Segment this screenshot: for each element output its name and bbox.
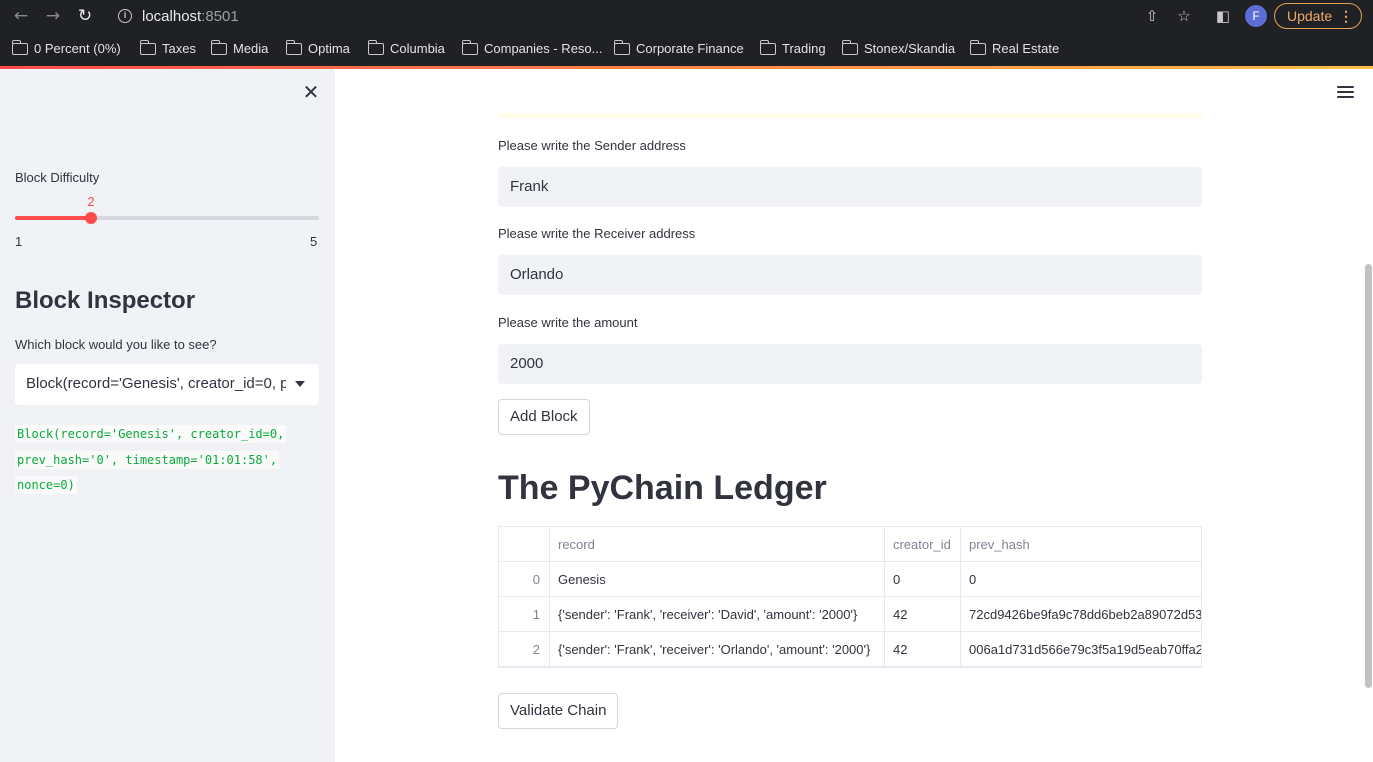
close-sidebar-icon[interactable]: ✕ — [300, 81, 322, 103]
sender-input[interactable]: Frank — [498, 167, 1202, 207]
cell-record: {'sender': 'Frank', 'receiver': 'David',… — [550, 597, 885, 632]
bookmark-label: Columbia — [390, 41, 445, 56]
side-panel-icon[interactable]: ◧ — [1213, 6, 1233, 26]
ledger-title: The PyChain Ledger — [498, 469, 827, 507]
cell-creator-id: 0 — [885, 562, 961, 597]
block-inspector-heading: Block Inspector — [15, 287, 196, 314]
slider-max-label: 5 — [310, 234, 318, 249]
cell-record: {'sender': 'Frank', 'receiver': 'Orlando… — [550, 632, 885, 667]
block-select-value: Block(record='Genesis', creator_id=0, pr… — [26, 375, 286, 392]
share-icon[interactable]: ⇧ — [1142, 6, 1162, 26]
bookmark-label: 0 Percent (0%) — [34, 41, 121, 56]
cell-row-index: 0 — [499, 562, 550, 597]
bookmark-label: Media — [233, 41, 269, 56]
slider-fill — [15, 216, 91, 220]
folder-icon — [367, 40, 384, 55]
column-header-creator-id[interactable]: creator_id — [885, 527, 961, 562]
reload-icon[interactable]: ↻ — [74, 5, 96, 27]
bookmark-label: Optima — [308, 41, 350, 56]
block-code-output: Block(record='Genesis', creator_id=0, pr… — [15, 422, 315, 499]
amount-label: Please write the amount — [498, 315, 638, 330]
receiver-label: Please write the Receiver address — [498, 226, 696, 241]
receiver-input[interactable]: Orlando — [498, 255, 1202, 295]
hamburger-menu-icon[interactable] — [1337, 86, 1354, 98]
main-content: Please write the Sender address Frank Pl… — [335, 69, 1373, 762]
column-header-record[interactable]: record — [550, 527, 885, 562]
url-text: localhost:8501 — [142, 8, 239, 25]
cell-row-index: 2 — [499, 632, 550, 667]
sender-label: Please write the Sender address — [498, 138, 686, 153]
folder-icon — [139, 40, 156, 55]
browser-toolbar: ← → ↻ i localhost:8501 ⇧ ☆ ◧ F Update ⋮ — [0, 0, 1373, 32]
code-line: nonce=0) — [15, 476, 77, 494]
forward-arrow-icon[interactable]: → — [42, 5, 64, 27]
bookmark-item[interactable]: Media — [210, 40, 269, 58]
bookmark-label: Taxes — [162, 41, 196, 56]
column-header-row-index[interactable] — [499, 527, 550, 562]
notice-strip — [498, 113, 1202, 118]
folder-icon — [969, 40, 986, 55]
add-block-button[interactable]: Add Block — [498, 399, 590, 435]
bookmark-label: Stonex/Skandia — [864, 41, 956, 56]
table-row: 0 Genesis 0 0 — [499, 562, 1201, 597]
bookmark-item[interactable]: Taxes — [139, 40, 196, 58]
folder-icon — [613, 40, 630, 55]
amount-input[interactable]: 2000 — [498, 344, 1202, 384]
table-header-row: record creator_id prev_hash — [499, 527, 1201, 562]
bookmark-item[interactable]: 0 Percent (0%) — [11, 40, 121, 58]
address-bar[interactable]: i localhost:8501 — [106, 2, 1106, 30]
bookmark-item[interactable]: Optima — [285, 40, 350, 58]
validate-chain-button[interactable]: Validate Chain — [498, 693, 619, 729]
bookmark-label: Real Estate — [992, 41, 1060, 56]
column-header-prev-hash[interactable]: prev_hash — [961, 527, 1201, 562]
folder-icon — [841, 40, 858, 55]
bookmark-item[interactable]: Corporate Finance — [613, 40, 744, 58]
folder-icon — [461, 40, 478, 55]
bookmark-item[interactable]: Real Estate — [969, 40, 1060, 58]
folder-icon — [210, 40, 227, 55]
table-row: 1 {'sender': 'Frank', 'receiver': 'David'… — [499, 597, 1201, 632]
chevron-down-icon — [295, 381, 305, 387]
slider-min-label: 1 — [15, 234, 23, 249]
bookmark-label: Trading — [782, 41, 826, 56]
table-row: 2 {'sender': 'Frank', 'receiver': 'Orland… — [499, 632, 1201, 667]
update-button[interactable]: Update ⋮ — [1274, 3, 1362, 29]
profile-avatar[interactable]: F — [1245, 5, 1267, 27]
bookmark-item[interactable]: Columbia — [367, 40, 445, 58]
folder-icon — [759, 40, 776, 55]
bookmark-item[interactable]: Trading — [759, 40, 826, 58]
slider-value: 2 — [87, 194, 95, 209]
code-line: prev_hash='0', timestamp='01:01:58', — [15, 450, 280, 469]
slider-thumb[interactable] — [85, 212, 97, 224]
bookmark-star-icon[interactable]: ☆ — [1174, 6, 1194, 26]
bookmark-item[interactable]: Companies - Reso... — [461, 40, 603, 58]
cell-prev-hash: 006a1d731d566e79c3f5a19d5eab70ffa2 — [961, 632, 1201, 667]
cell-prev-hash: 0 — [961, 562, 1201, 597]
difficulty-slider[interactable] — [15, 212, 319, 224]
back-arrow-icon[interactable]: ← — [10, 5, 32, 27]
cell-creator-id: 42 — [885, 632, 961, 667]
select-label: Which block would you like to see? — [15, 337, 217, 352]
more-menu-icon[interactable]: ⋮ — [1339, 4, 1353, 28]
slider-label: Block Difficulty — [15, 170, 100, 185]
bookmark-label: Corporate Finance — [636, 41, 744, 56]
site-info-icon[interactable]: i — [118, 9, 132, 23]
bookmarks-bar: 0 Percent (0%) Taxes Media Optima Columbia Co… — [0, 32, 1373, 66]
cell-row-index: 1 — [499, 597, 550, 632]
cell-prev-hash: 72cd9426be9fa9c78dd6beb2a89072d53 — [961, 597, 1201, 632]
folder-icon — [285, 40, 302, 55]
cell-creator-id: 42 — [885, 597, 961, 632]
bookmark-item[interactable]: Stonex/Skandia — [841, 40, 956, 58]
folder-icon — [11, 40, 28, 55]
scrollbar[interactable] — [1365, 264, 1372, 688]
sidebar: ✕ Block Difficulty 2 1 5 Block Inspector… — [0, 69, 335, 762]
ledger-table[interactable]: record creator_id prev_hash 0 Genesis 0 0 1 {'se… — [498, 526, 1202, 668]
bookmark-label: Companies - Reso... — [484, 41, 603, 56]
code-line: Block(record='Genesis', creator_id=0, — [15, 425, 287, 443]
block-select[interactable]: Block(record='Genesis', creator_id=0, pr… — [15, 364, 319, 405]
cell-record: Genesis — [550, 562, 885, 597]
